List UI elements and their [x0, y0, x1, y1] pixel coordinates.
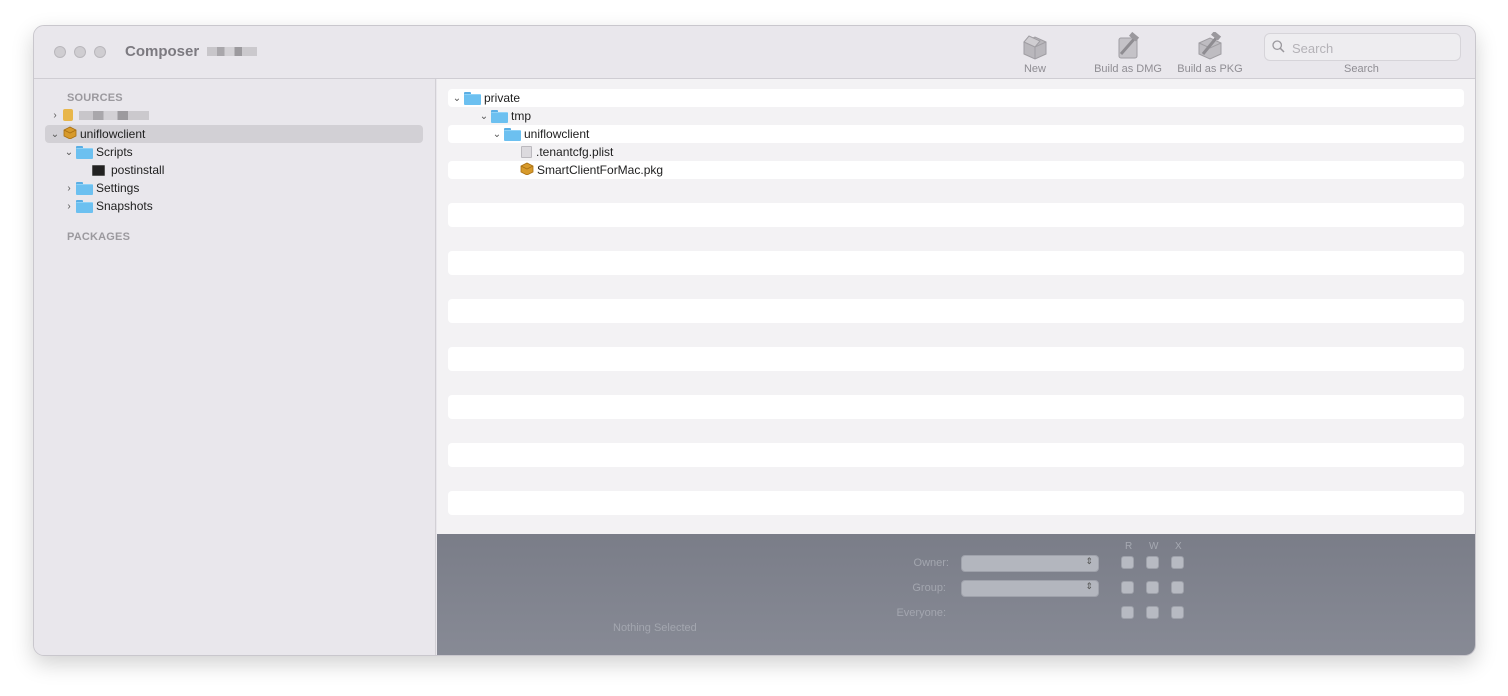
chevron-right-icon[interactable]: ›	[64, 201, 74, 212]
empty-row	[448, 299, 1464, 323]
redacted-source-name	[79, 110, 149, 120]
file-item-private[interactable]: ⌄ private	[452, 89, 520, 107]
new-button[interactable]: New	[1018, 32, 1052, 75]
package-source-icon	[63, 109, 73, 121]
sidebar-item-label: Scripts	[96, 145, 133, 159]
empty-row	[448, 395, 1464, 419]
file-item-tmp[interactable]: ⌄ tmp	[479, 107, 531, 125]
file-item-label: tmp	[511, 109, 532, 123]
sidebar-item-label: uniflowclient	[80, 127, 146, 141]
chevron-right-icon[interactable]: ›	[50, 110, 60, 121]
build-dmg-icon	[1113, 31, 1143, 60]
owner-read-checkbox[interactable]	[1121, 556, 1134, 569]
sidebar-item-label: Snapshots	[96, 199, 153, 213]
empty-row	[448, 251, 1464, 275]
empty-row	[448, 203, 1464, 227]
owner-label: Owner:	[913, 557, 949, 569]
magnifier-icon	[1272, 40, 1285, 58]
search-input[interactable]	[1290, 40, 1454, 57]
build-as-pkg-button[interactable]: Build as PKG	[1176, 30, 1244, 75]
build-pkg-icon	[1195, 30, 1225, 60]
search-label: Search	[1344, 63, 1379, 75]
package-icon	[63, 126, 77, 142]
group-write-checkbox[interactable]	[1146, 581, 1159, 594]
packages-heading: PACKAGES	[67, 231, 131, 243]
everyone-read-checkbox[interactable]	[1121, 606, 1134, 619]
group-label: Group:	[912, 582, 946, 594]
redacted-version	[207, 47, 258, 56]
sidebar-item-scripts[interactable]: ⌄ Scripts	[64, 143, 133, 161]
updown-chevron-icon: ⇕	[1085, 581, 1093, 591]
new-label: New	[1023, 63, 1046, 75]
close-window-button[interactable]	[54, 46, 66, 58]
write-column-label: W	[1149, 541, 1159, 552]
folder-icon	[491, 109, 508, 123]
build-dmg-label: Build as DMG	[1094, 63, 1162, 75]
sidebar-item-label: Settings	[96, 181, 140, 195]
chevron-down-icon[interactable]: ⌄	[64, 147, 74, 158]
everyone-execute-checkbox[interactable]	[1171, 606, 1184, 619]
composer-window: Composer New Build as DMG Build as PKG S…	[33, 25, 1476, 656]
folder-icon	[76, 181, 93, 195]
search-field[interactable]	[1264, 33, 1461, 61]
chevron-down-icon[interactable]: ⌄	[452, 93, 462, 104]
empty-row	[448, 347, 1464, 371]
source-item-redacted[interactable]: ›	[50, 106, 149, 124]
file-item-uniflowclient[interactable]: ⌄ uniflowclient	[492, 125, 590, 143]
sidebar-item-postinstall[interactable]: postinstall	[92, 161, 164, 179]
new-package-icon	[1020, 32, 1050, 60]
toolbar: Composer New Build as DMG Build as PKG S…	[34, 26, 1475, 79]
owner-execute-checkbox[interactable]	[1171, 556, 1184, 569]
plist-file-icon	[521, 146, 532, 158]
chevron-down-icon[interactable]: ⌄	[492, 129, 502, 140]
owner-write-checkbox[interactable]	[1146, 556, 1159, 569]
chevron-down-icon[interactable]: ⌄	[479, 111, 489, 122]
file-item-label: SmartClientForMac.pkg	[537, 163, 664, 177]
everyone-write-checkbox[interactable]	[1146, 606, 1159, 619]
chevron-down-icon[interactable]: ⌄	[50, 129, 60, 140]
everyone-label: Everyone:	[896, 607, 946, 619]
file-browser: ⌄ private ⌄ tmp ⌄ uniflowclient .tenantc…	[437, 79, 1475, 534]
group-select[interactable]: ⇕	[961, 580, 1099, 597]
file-item-label: uniflowclient	[524, 127, 590, 141]
folder-icon	[464, 91, 481, 105]
owner-select[interactable]: ⇕	[961, 555, 1099, 572]
empty-row	[448, 443, 1464, 467]
package-icon	[520, 162, 534, 178]
empty-row	[448, 491, 1464, 515]
sidebar-item-label: postinstall	[111, 163, 165, 177]
read-column-label: R	[1125, 541, 1133, 552]
build-as-dmg-button[interactable]: Build as DMG	[1092, 31, 1164, 75]
file-item-label: .tenantcfg.plist	[536, 145, 614, 159]
file-item-pkg[interactable]: SmartClientForMac.pkg	[520, 161, 663, 179]
updown-chevron-icon: ⇕	[1085, 556, 1093, 566]
folder-icon	[76, 145, 93, 159]
sidebar: SOURCES › ⌄ uniflowclient ⌄ Scripts post…	[34, 79, 436, 655]
file-item-plist[interactable]: .tenantcfg.plist	[521, 143, 613, 161]
file-item-label: private	[484, 91, 521, 105]
sidebar-item-snapshots[interactable]: › Snapshots	[64, 197, 153, 215]
folder-icon	[76, 199, 93, 213]
folder-icon	[504, 127, 521, 141]
sidebar-item-uniflowclient[interactable]: ⌄ uniflowclient	[50, 125, 145, 143]
sidebar-item-settings[interactable]: › Settings	[64, 179, 139, 197]
window-title: Composer	[125, 43, 258, 60]
permissions-panel: R W X Owner: ⇕ Group: ⇕ Everyone: Nothin…	[437, 534, 1475, 655]
group-execute-checkbox[interactable]	[1171, 581, 1184, 594]
table-row	[448, 89, 1464, 107]
sources-heading: SOURCES	[67, 92, 123, 104]
selection-status: Nothing Selected	[613, 622, 697, 634]
zoom-window-button[interactable]	[94, 46, 106, 58]
build-pkg-label: Build as PKG	[1177, 63, 1243, 75]
table-row	[448, 125, 1464, 143]
group-read-checkbox[interactable]	[1121, 581, 1134, 594]
terminal-script-icon	[92, 164, 105, 176]
execute-column-label: X	[1175, 541, 1182, 552]
chevron-right-icon[interactable]: ›	[64, 183, 74, 194]
file-list: ⌄ private ⌄ tmp ⌄ uniflowclient .tenantc…	[448, 89, 1464, 534]
minimize-window-button[interactable]	[74, 46, 86, 58]
